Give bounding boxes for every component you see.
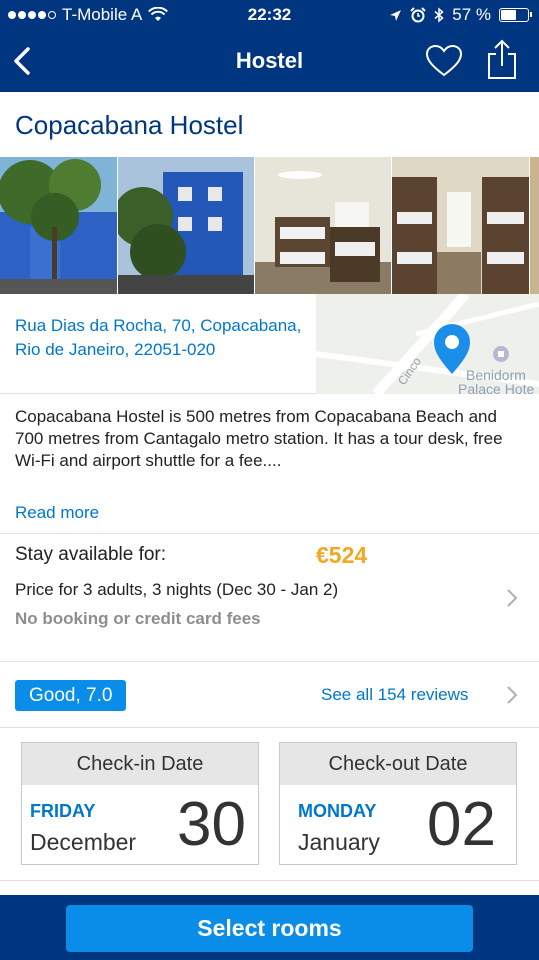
divider [0,727,539,728]
gallery-photo[interactable] [118,157,254,294]
status-bar: T-Mobile A 22:32 57 % [0,0,539,30]
bluetooth-icon [434,7,444,23]
alarm-icon [410,7,426,23]
gallery-photo[interactable] [392,157,529,294]
hotel-address[interactable]: Rua Dias da Rocha, 70, Copacabana, Rio d… [15,314,345,362]
heart-icon [425,44,463,77]
divider [0,533,539,534]
check-out-weekday: MONDAY [298,801,377,821]
no-fees-note: No booking or credit card fees [15,609,261,628]
check-in-header: Check-in Date [22,743,258,785]
location-arrow-icon [390,9,402,21]
check-out-header: Check-out Date [280,743,516,785]
chevron-right-icon [507,686,518,704]
chevron-right-icon [507,589,518,607]
check-in-day: 30 [177,790,246,859]
map-place-label: Benidorm Palace Hote [458,367,535,394]
navigation-bar: Hostel [0,30,539,92]
bottom-action-bar: Select rooms [0,895,539,960]
address-section[interactable]: Rua Dias da Rocha, 70, Copacabana, Rio d… [0,294,539,394]
divider [0,880,539,881]
address-line-2: Rio de Janeiro, 22051-020 [15,340,216,359]
hotel-description: Copacabana Hostel is 500 metres from Cop… [15,407,503,470]
battery-percent: 57 % [452,5,491,24]
share-button[interactable] [484,38,520,82]
check-out-day: 02 [427,790,496,859]
total-price: €524 [316,542,368,568]
gallery-photo[interactable] [0,157,117,294]
status-right: 57 % [389,5,532,25]
check-out-card[interactable]: Check-out Date MONDAY January 02 [279,742,517,865]
see-all-reviews-link[interactable]: See all 154 reviews [321,685,468,705]
battery-icon [499,8,532,22]
stay-label: Stay available for: [15,544,167,565]
check-in-weekday: FRIDAY [30,801,96,821]
mini-map[interactable]: Cinco Benidorm Palace Hote [316,294,539,394]
select-rooms-button[interactable]: Select rooms [66,905,473,952]
gallery-photo[interactable] [255,157,391,294]
share-icon [488,39,516,79]
read-more-link[interactable]: Read more [15,503,99,523]
check-in-card[interactable]: Check-in Date FRIDAY December 30 [21,742,259,865]
check-out-month: January [298,829,380,855]
divider [0,661,539,662]
review-score-badge: Good, 7.0 [15,680,127,711]
check-in-month: December [30,829,137,855]
gallery-photo[interactable] [530,157,539,294]
address-line-1: Rua Dias da Rocha, 70, Copacabana, [15,316,302,335]
photo-gallery[interactable] [0,157,539,294]
favorite-button[interactable] [424,42,464,80]
price-detail: Price for 3 adults, 3 nights (Dec 30 - J… [15,580,339,599]
hotel-name: Copacabana Hostel [15,110,244,140]
